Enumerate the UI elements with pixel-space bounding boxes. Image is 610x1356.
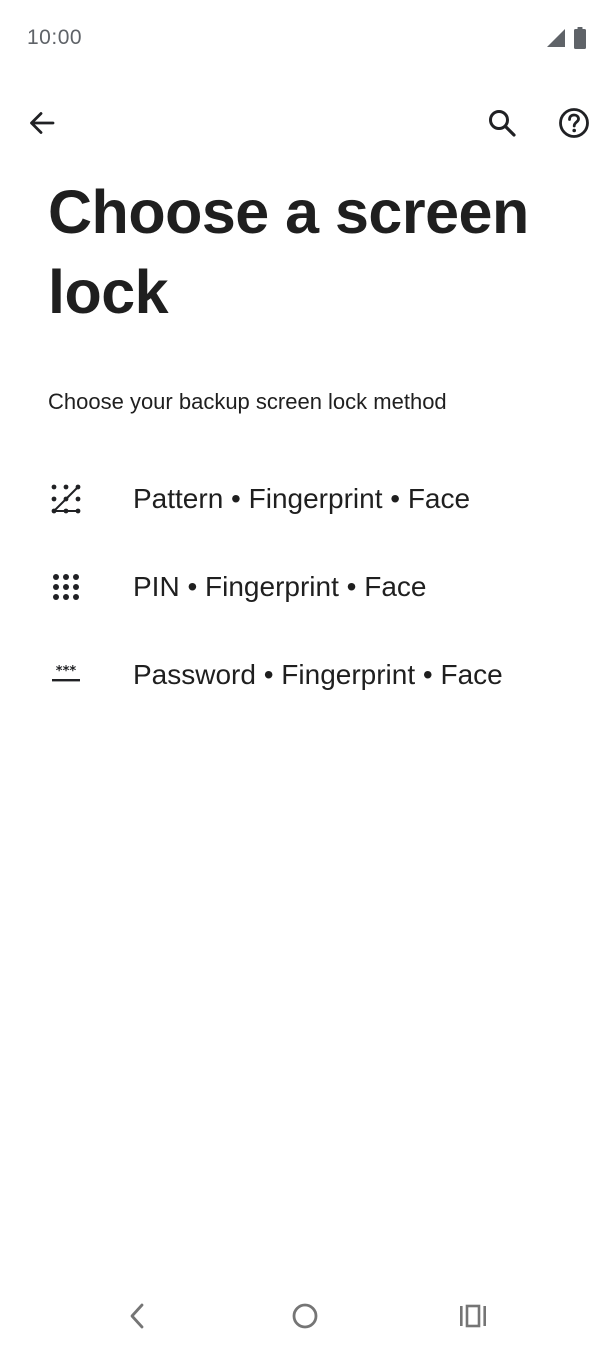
pin-icon [48, 569, 84, 605]
help-circle-icon [558, 107, 590, 144]
screen: 10:00 Choose a screen lock Choose your b… [0, 0, 610, 1356]
status-bar: 10:00 [0, 0, 610, 76]
nav-home-icon [291, 1302, 319, 1335]
page-subtitle: Choose your backup screen lock method [48, 389, 447, 414]
arrow-back-icon [28, 109, 56, 142]
top-app-bar [0, 96, 610, 154]
search-button[interactable] [478, 101, 526, 149]
system-navigation-bar [0, 1280, 610, 1356]
nav-back-icon [125, 1302, 149, 1335]
cellular-signal-icon [546, 28, 566, 48]
password-icon: *** [48, 657, 84, 693]
nav-recents-button[interactable] [449, 1294, 497, 1342]
nav-back-button[interactable] [113, 1294, 161, 1342]
option-label: Pattern • Fingerprint • Face [133, 483, 471, 514]
option-password[interactable]: *** Password • Fingerprint • Face [0, 631, 610, 719]
nav-recents-icon [458, 1303, 488, 1334]
nav-home-button[interactable] [281, 1294, 329, 1342]
back-button[interactable] [18, 101, 66, 149]
option-pin[interactable]: PIN • Fingerprint • Face [0, 543, 610, 631]
help-button[interactable] [550, 101, 598, 149]
screen-lock-option-list: Pattern • Fingerprint • Face PIN • Finge… [0, 455, 610, 719]
option-pattern[interactable]: Pattern • Fingerprint • Face [0, 455, 610, 543]
pattern-icon [48, 481, 84, 517]
svg-text:***: *** [56, 665, 77, 679]
status-icons [546, 27, 586, 49]
option-label: PIN • Fingerprint • Face [133, 571, 427, 602]
option-label: Password • Fingerprint • Face [133, 659, 503, 690]
page-title: Choose a screen lock [48, 178, 529, 326]
status-time: 10:00 [27, 26, 83, 49]
battery-icon [574, 27, 586, 49]
search-icon [487, 108, 517, 143]
